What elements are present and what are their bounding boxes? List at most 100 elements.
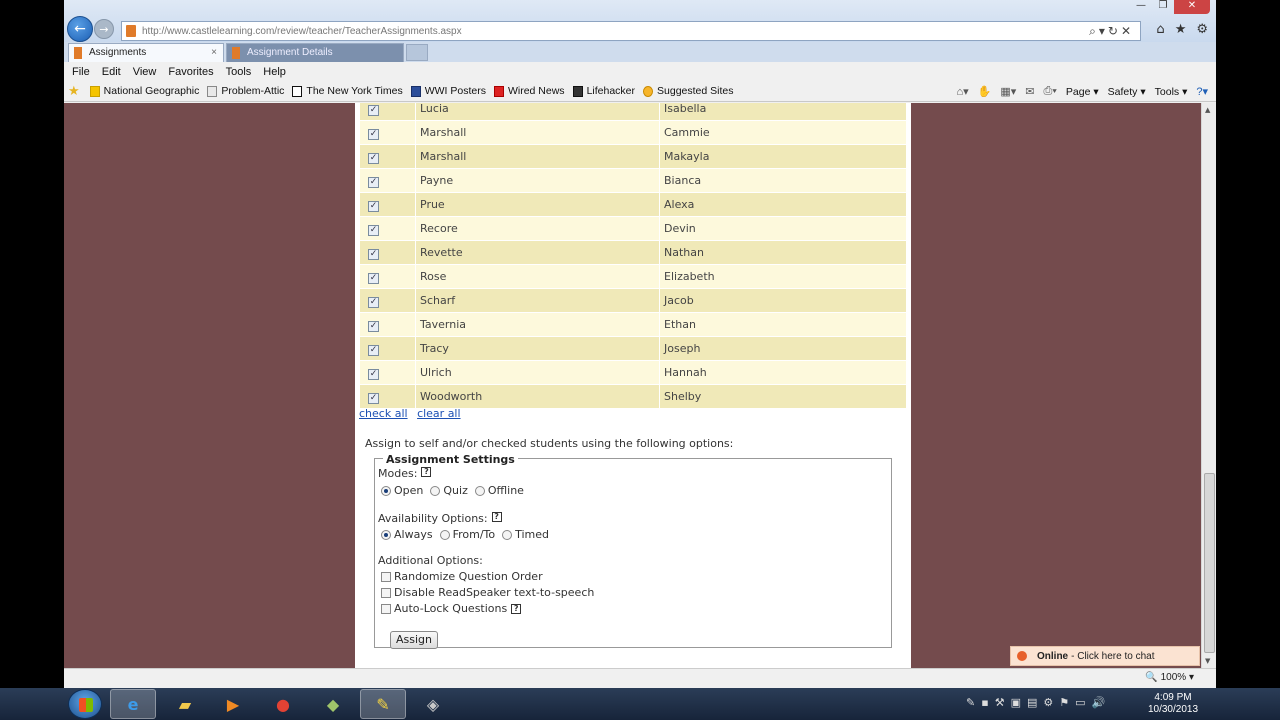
home-icon[interactable]: ⌂ [1156,22,1164,37]
volume-icon[interactable]: 🔊 [1092,696,1106,709]
monitor-tray-icon[interactable]: ▭ [1075,696,1085,709]
gear-icon[interactable]: ⚙ [1196,22,1208,37]
pen-tray-icon[interactable]: ✎ [966,696,975,709]
update-tray-icon[interactable]: ▤ [1027,696,1037,709]
auto-lock-checkbox[interactable] [381,603,391,614]
student-checkbox[interactable]: ✓ [368,344,379,356]
student-checkbox[interactable]: ✓ [368,152,379,164]
maximize-button[interactable]: ❐ [1152,0,1174,14]
favorite-link[interactable]: The New York Times [292,85,403,97]
forward-button[interactable]: → [94,19,114,39]
favorite-link[interactable]: Suggested Sites [643,85,733,97]
explorer-taskbar-button[interactable]: ▰ [162,689,208,719]
mode-quiz-radio[interactable] [430,485,441,496]
favorite-link[interactable]: Wired News [493,85,565,97]
scroll-thumb[interactable] [1204,473,1215,653]
student-checkbox[interactable]: ✓ [368,224,379,236]
new-tab-button[interactable] [406,44,428,61]
help-icon[interactable]: ? [421,467,432,477]
check-all-link[interactable]: check all [359,407,408,420]
menu-favorites[interactable]: Favorites [168,66,213,78]
menu-file[interactable]: File [72,66,90,78]
chrome-taskbar-button[interactable]: ● [260,689,306,719]
vertical-scrollbar[interactable]: ▲ ▼ [1201,103,1216,668]
settings-tray-icon[interactable]: ⚙ [1043,696,1053,709]
search-icon[interactable]: ⌕ [1089,24,1099,38]
student-checkbox[interactable]: ✓ [368,320,379,332]
option-disable-readspeaker[interactable]: Disable ReadSpeaker text-to-speech [381,586,594,599]
readspeaker-checkbox[interactable] [381,587,391,598]
tools-menu[interactable]: Tools ▾ [1155,86,1188,98]
browser-right-icons: ⌂ ★ ⚙ [1156,22,1208,37]
availability-always-radio[interactable] [381,529,391,540]
student-checkbox[interactable]: ✓ [368,248,379,260]
menu-tools[interactable]: Tools [226,66,252,78]
mode-open-radio[interactable] [381,485,391,496]
mail-icon[interactable]: ✉ [1025,85,1034,98]
close-button[interactable]: ✕ [1174,0,1210,14]
scroll-down-icon[interactable]: ▼ [1205,657,1210,665]
chat-widget[interactable]: Online - Click here to chat [1010,646,1200,666]
favorites-star-icon[interactable]: ★ [1175,22,1187,37]
favorite-link[interactable]: Lifehacker [572,85,635,97]
favorites-star-icon[interactable]: ★ [68,84,80,99]
favorite-link[interactable]: National Geographic [89,85,199,97]
student-checkbox[interactable]: ✓ [368,176,379,188]
menu-edit[interactable]: Edit [102,66,121,78]
tab-assignment-details[interactable]: Assignment Details [226,43,404,62]
student-checkbox[interactable]: ✓ [368,272,379,284]
randomize-checkbox[interactable] [381,571,391,582]
student-checkbox[interactable]: ✓ [368,368,379,380]
availability-fromto-radio[interactable] [439,529,450,540]
clear-all-link[interactable]: clear all [417,407,460,420]
flag-icon[interactable]: ⚑ [1059,696,1069,709]
settings-legend: Assignment Settings [383,453,518,466]
modes-label: Modes:? [378,467,432,480]
close-tab-icon[interactable]: × [211,44,217,62]
menu-view[interactable]: View [133,66,157,78]
refresh-icon[interactable]: ↻ [1108,24,1121,38]
student-checkbox[interactable]: ✓ [368,392,379,404]
mode-offline-radio[interactable] [474,485,485,496]
availability-timed-radio[interactable] [502,529,513,540]
media-taskbar-button[interactable]: ▶ [210,689,256,719]
option-randomize[interactable]: Randomize Question Order [381,570,543,583]
back-button[interactable]: ← [67,16,93,42]
student-checkbox[interactable]: ✓ [368,296,379,308]
dropdown-icon[interactable]: ▾ [1099,24,1108,38]
app-taskbar-button[interactable]: ◆ [310,689,356,719]
student-checkbox[interactable]: ✓ [368,104,379,116]
zoom-level[interactable]: 🔍 100% ▾ [1145,672,1194,683]
menu-help[interactable]: Help [263,66,286,78]
first-name-cell: Jacob [659,288,907,313]
feeds-icon[interactable]: ▦▾ [1000,85,1016,98]
page-menu[interactable]: Page ▾ [1066,86,1099,98]
tools-tray-icon[interactable]: ⚒ [995,696,1005,709]
minimize-button[interactable]: — [1130,0,1152,14]
scroll-up-icon[interactable]: ▲ [1205,106,1210,114]
student-checkbox-cell: ✓ [359,288,416,313]
help-icon[interactable]: ?▾ [1196,85,1208,98]
student-checkbox[interactable]: ✓ [368,200,379,212]
option-auto-lock[interactable]: Auto-Lock Questions? [381,602,522,615]
safety-menu[interactable]: Safety ▾ [1108,86,1146,98]
help-icon[interactable]: ? [491,512,502,522]
shield-icon[interactable]: ▣ [1011,696,1021,709]
favorite-link[interactable]: WWI Posters [410,85,486,97]
network-tray-icon[interactable]: ▪ [981,696,988,709]
stop-icon[interactable]: ✕ [1121,24,1134,38]
hand-icon[interactable]: ✋ [978,85,992,98]
home-icon[interactable]: ⌂▾ [956,85,968,98]
taskbar-clock[interactable]: 4:09 PM 10/30/2013 [1138,692,1208,716]
favorite-link[interactable]: Problem-Attic [207,85,284,97]
ie-taskbar-button[interactable]: e [110,689,156,719]
recorder-taskbar-button[interactable]: ◈ [410,689,456,719]
start-button[interactable] [68,689,102,719]
address-bar[interactable]: http://www.castlelearning.com/review/tea… [121,21,1141,41]
student-checkbox[interactable]: ✓ [368,128,379,140]
pen-taskbar-button[interactable]: ✎ [360,689,406,719]
print-icon[interactable]: ⎙▾ [1044,85,1057,98]
help-icon[interactable]: ? [511,603,522,614]
assign-button[interactable]: Assign [390,631,438,649]
tab-assignments[interactable]: Assignments × [68,43,224,62]
